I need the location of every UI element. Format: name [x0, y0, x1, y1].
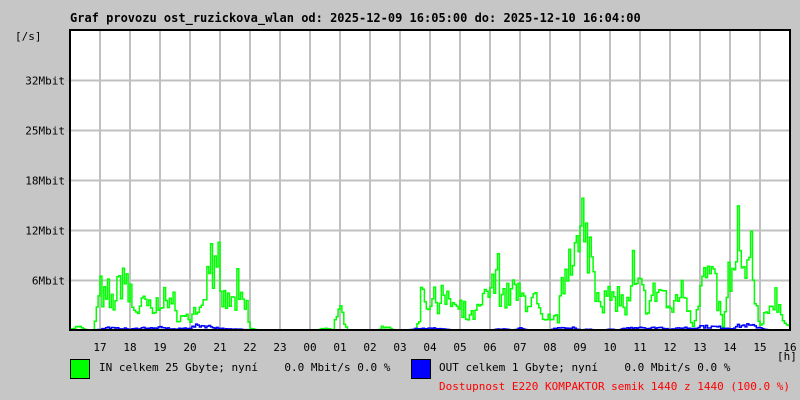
x-tick-label: 20 [183, 341, 196, 354]
x-tick-label: 04 [423, 341, 437, 354]
legend-in-swatch [70, 359, 90, 379]
x-tick-label: 05 [453, 341, 466, 354]
x-tick-label: 14 [723, 341, 737, 354]
x-tick-label: 17 [93, 341, 106, 354]
traffic-chart: 17 18 19 20 21 22 23 00 01 02 03 04 05 06 07 08 09 10 11 12… [25, 29, 797, 363]
legend-in-text: IN celkem 25 Gbyte; nyní 0.0 Mbit/s 0.0 … [99, 361, 391, 374]
legend-out-swatch [411, 359, 431, 379]
x-tick-label: 21 [213, 341, 226, 354]
x-tick-label: 11 [633, 341, 646, 354]
x-axis-unit-label: [h] [777, 350, 797, 363]
x-tick-label: 22 [243, 341, 256, 354]
legend-out-text: OUT celkem 1 Gbyte; nyní 0.0 Mbit/s 0.0 … [439, 361, 731, 374]
x-tick-label: 01 [333, 341, 346, 354]
y-tick-label: 6Mbit [32, 275, 65, 288]
y-tick-label: 32Mbit [25, 75, 65, 88]
x-tick-label: 00 [303, 341, 316, 354]
x-tick-label: 02 [363, 341, 376, 354]
x-tick-label: 15 [753, 341, 766, 354]
x-tick-label: 19 [153, 341, 166, 354]
x-tick-label: 08 [543, 341, 556, 354]
x-tick-label: 18 [123, 341, 136, 354]
availability-text: Dostupnost E220 KOMPAKTOR semik 1440 z 1… [439, 380, 790, 393]
y-tick-label: 12Mbit [25, 225, 65, 238]
x-tick-label: 10 [603, 341, 616, 354]
x-tick-label: 09 [573, 341, 586, 354]
y-tick-label: 18Mbit [25, 175, 65, 188]
x-tick-label: 12 [663, 341, 676, 354]
x-tick-label: 03 [393, 341, 406, 354]
x-tick-label: 06 [483, 341, 496, 354]
x-tick-label: 07 [513, 341, 526, 354]
y-tick-label: 25Mbit [25, 125, 65, 138]
x-tick-label: 23 [273, 341, 286, 354]
x-tick-label: 13 [693, 341, 706, 354]
